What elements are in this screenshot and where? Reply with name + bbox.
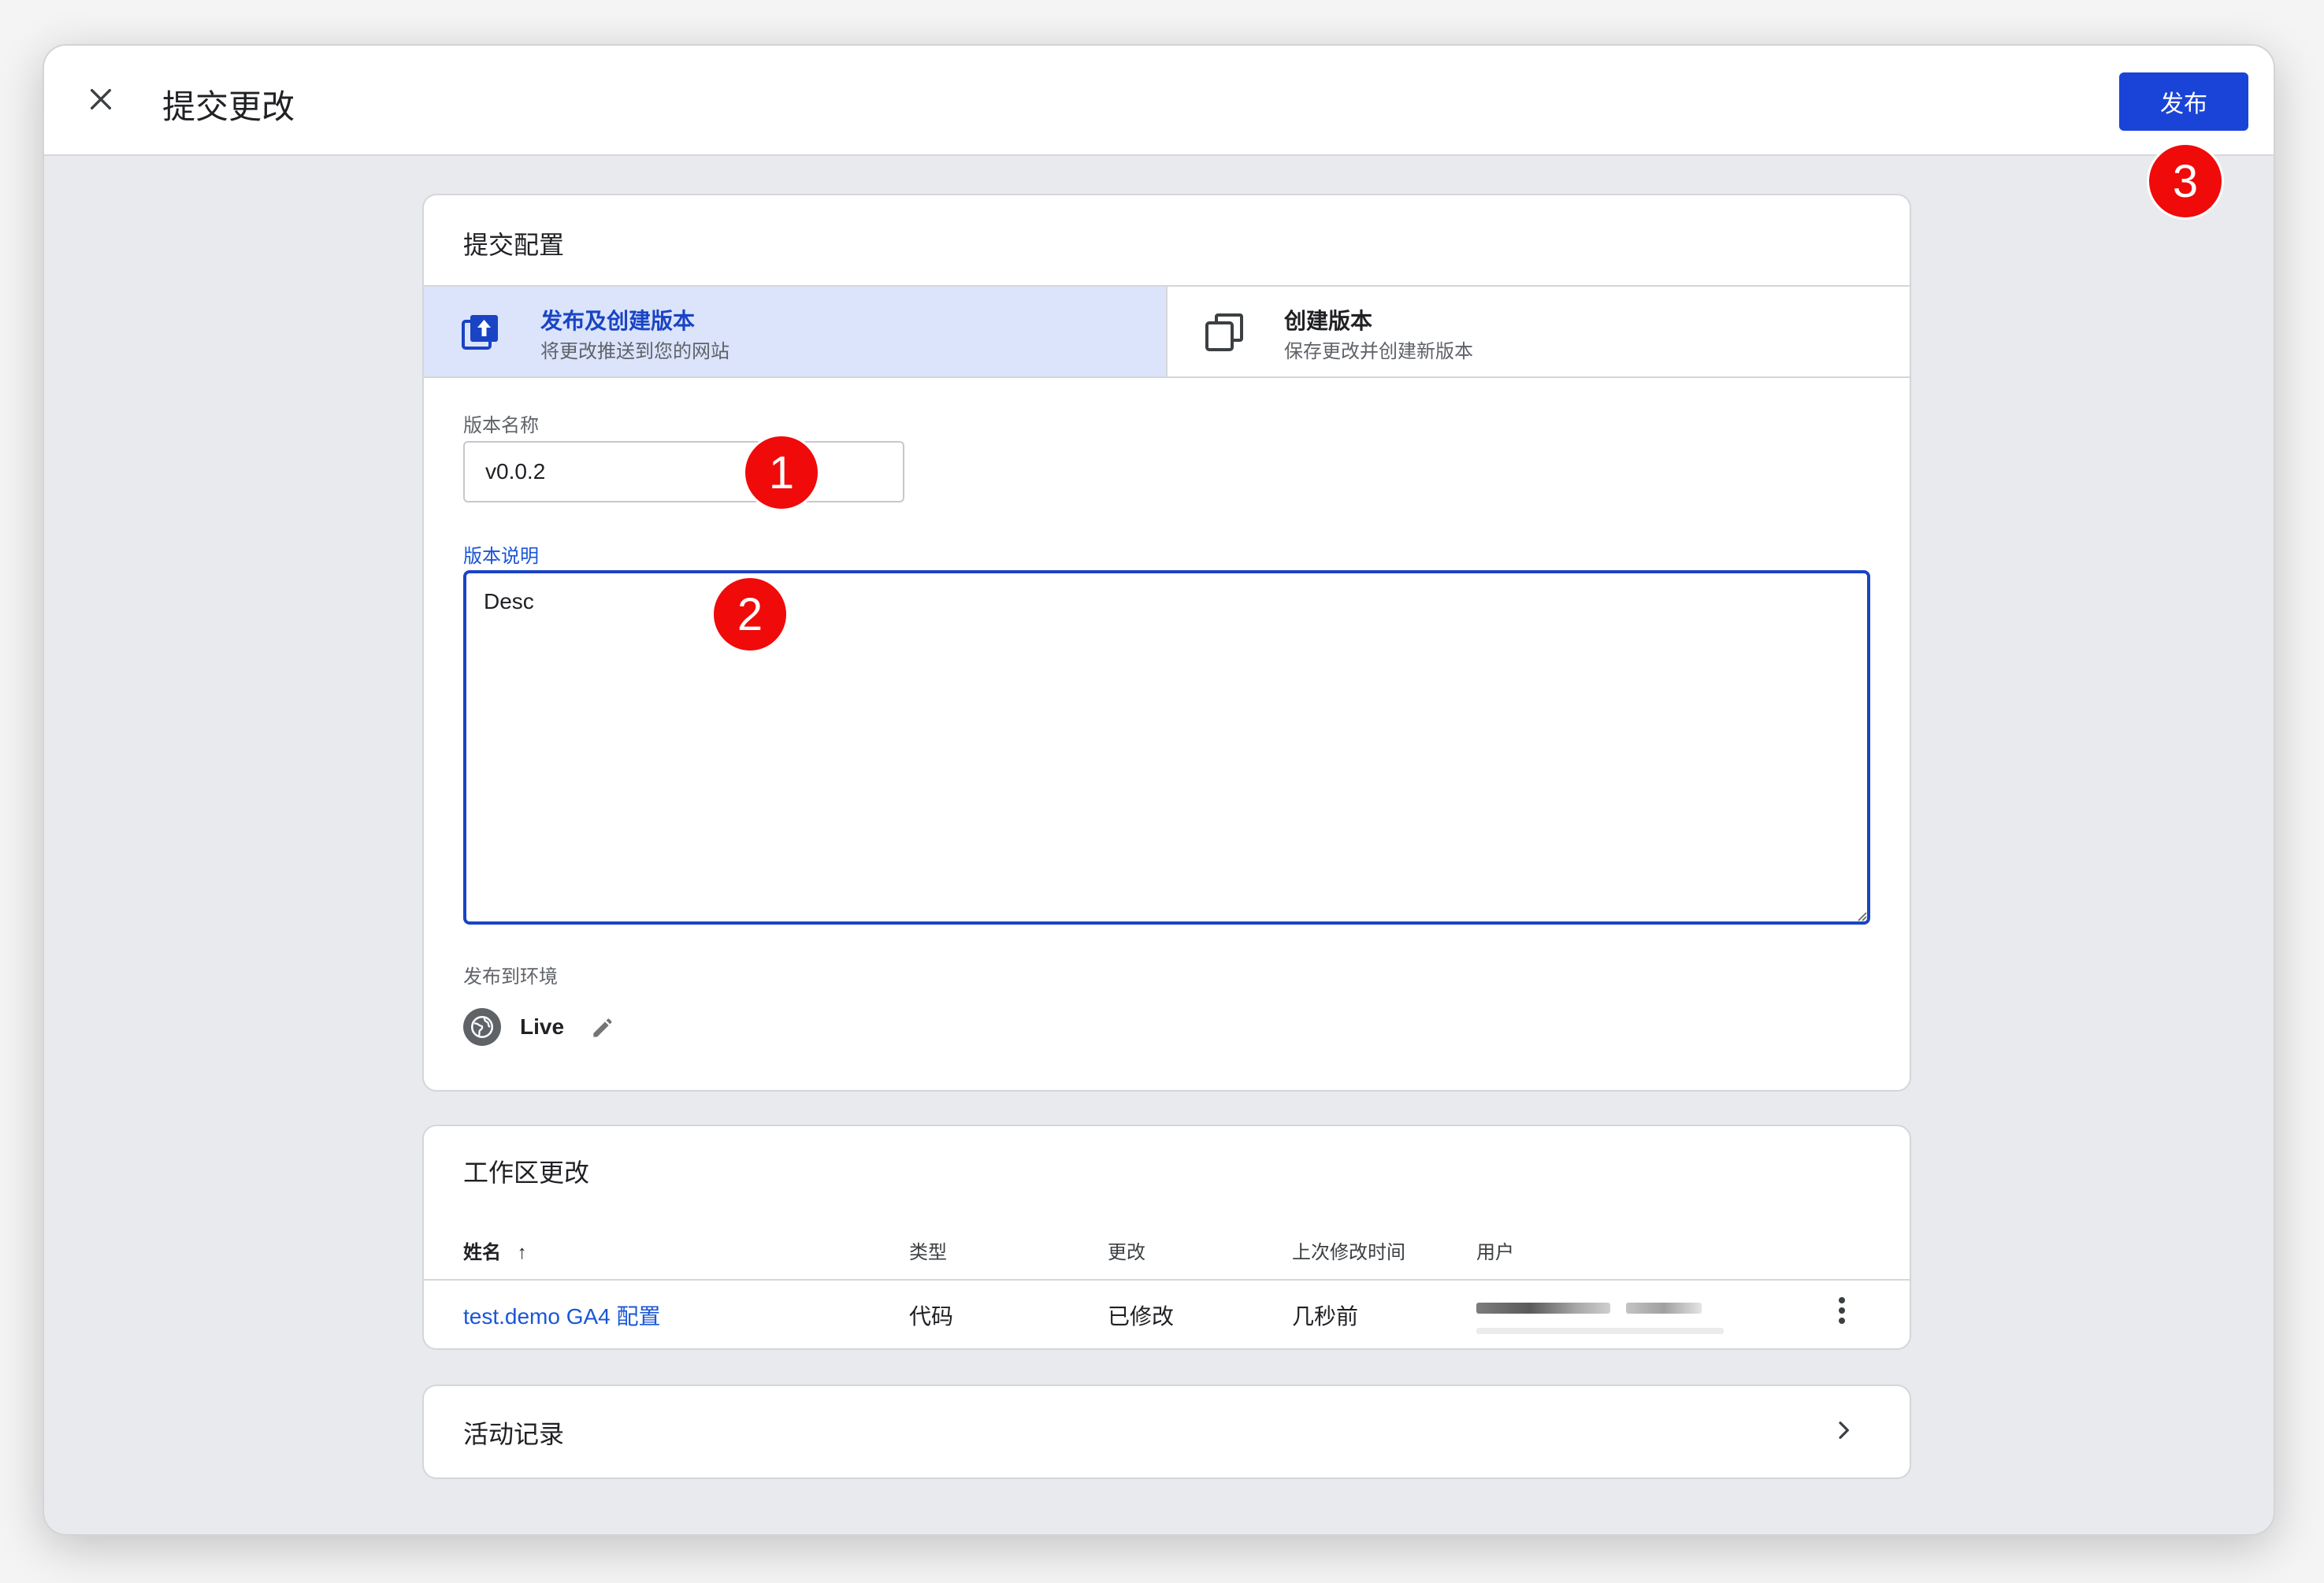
column-name-label: 姓名	[463, 1242, 501, 1263]
option-title: 创建版本	[1284, 309, 1373, 333]
sort-arrow-up-icon: ↑	[517, 1242, 527, 1263]
environment-name: Live	[520, 1014, 565, 1039]
workspace-changes-title: 工作区更改	[463, 1159, 590, 1187]
activity-card[interactable]: 活动记录	[422, 1385, 1911, 1479]
page-title: 提交更改	[162, 88, 295, 125]
resize-handle-icon[interactable]	[1856, 910, 1867, 921]
option-publish-and-create-version[interactable]: 发布及创建版本 将更改推送到您的网站	[424, 287, 1168, 376]
activity-title: 活动记录	[463, 1420, 565, 1448]
version-name-input[interactable]	[463, 441, 904, 502]
submit-config-title: 提交配置	[463, 231, 565, 259]
publish-upload-icon	[462, 315, 498, 350]
version-name-label: 版本名称	[463, 415, 539, 436]
column-header-type: 类型	[909, 1242, 947, 1263]
column-header-change: 更改	[1108, 1242, 1145, 1263]
workspace-item-modified: 几秒前	[1292, 1304, 1359, 1329]
top-bar: 提交更改 发布	[44, 46, 2274, 156]
column-header-last-modified: 上次修改时间	[1292, 1242, 1405, 1263]
workspace-item-type: 代码	[909, 1304, 954, 1329]
more-vert-icon[interactable]	[1829, 1293, 1854, 1328]
column-header-name[interactable]: 姓名 ↑	[463, 1236, 527, 1264]
close-button[interactable]	[80, 79, 121, 120]
option-title: 发布及创建版本	[540, 309, 696, 333]
annotation-badge-1: 1	[745, 436, 818, 509]
submit-config-card: 提交配置 发布及创建版本 将更改推送到您的网站 创建版本 保存更改并创建新版本	[422, 194, 1911, 1092]
option-subtitle: 将更改推送到您的网站	[540, 341, 729, 362]
copy-version-icon	[1205, 313, 1243, 351]
environment-label: 发布到环境	[463, 966, 558, 988]
workspace-item-name-link[interactable]: test.demo GA4 配置	[463, 1299, 661, 1331]
globe-icon	[463, 1008, 501, 1046]
column-header-user: 用户	[1476, 1242, 1514, 1263]
workspace-item-change: 已修改	[1108, 1304, 1175, 1329]
edit-pencil-icon[interactable]	[589, 1016, 614, 1041]
submission-type-options: 发布及创建版本 将更改推送到您的网站 创建版本 保存更改并创建新版本	[424, 285, 1910, 378]
version-description-textarea[interactable]: Desc	[463, 570, 1870, 925]
option-create-version[interactable]: 创建版本 保存更改并创建新版本	[1168, 287, 1910, 376]
annotation-badge-3: 3	[2149, 145, 2222, 217]
publish-button[interactable]: 发布	[2119, 72, 2248, 131]
option-subtitle: 保存更改并创建新版本	[1284, 341, 1473, 362]
table-divider	[424, 1279, 1910, 1281]
workspace-changes-card: 工作区更改 姓名 ↑ 类型 更改 上次修改时间 用户 test.demo GA4…	[422, 1125, 1911, 1350]
close-icon	[90, 88, 112, 110]
annotation-badge-2: 2	[714, 578, 786, 651]
submit-changes-window: 提交更改 发布 提交配置 发布及创建版本 将更改推送到您的网站 创建版本 保存更…	[44, 46, 2274, 1534]
version-description-label: 版本说明	[463, 546, 539, 567]
chevron-right-icon	[1839, 1422, 1849, 1439]
